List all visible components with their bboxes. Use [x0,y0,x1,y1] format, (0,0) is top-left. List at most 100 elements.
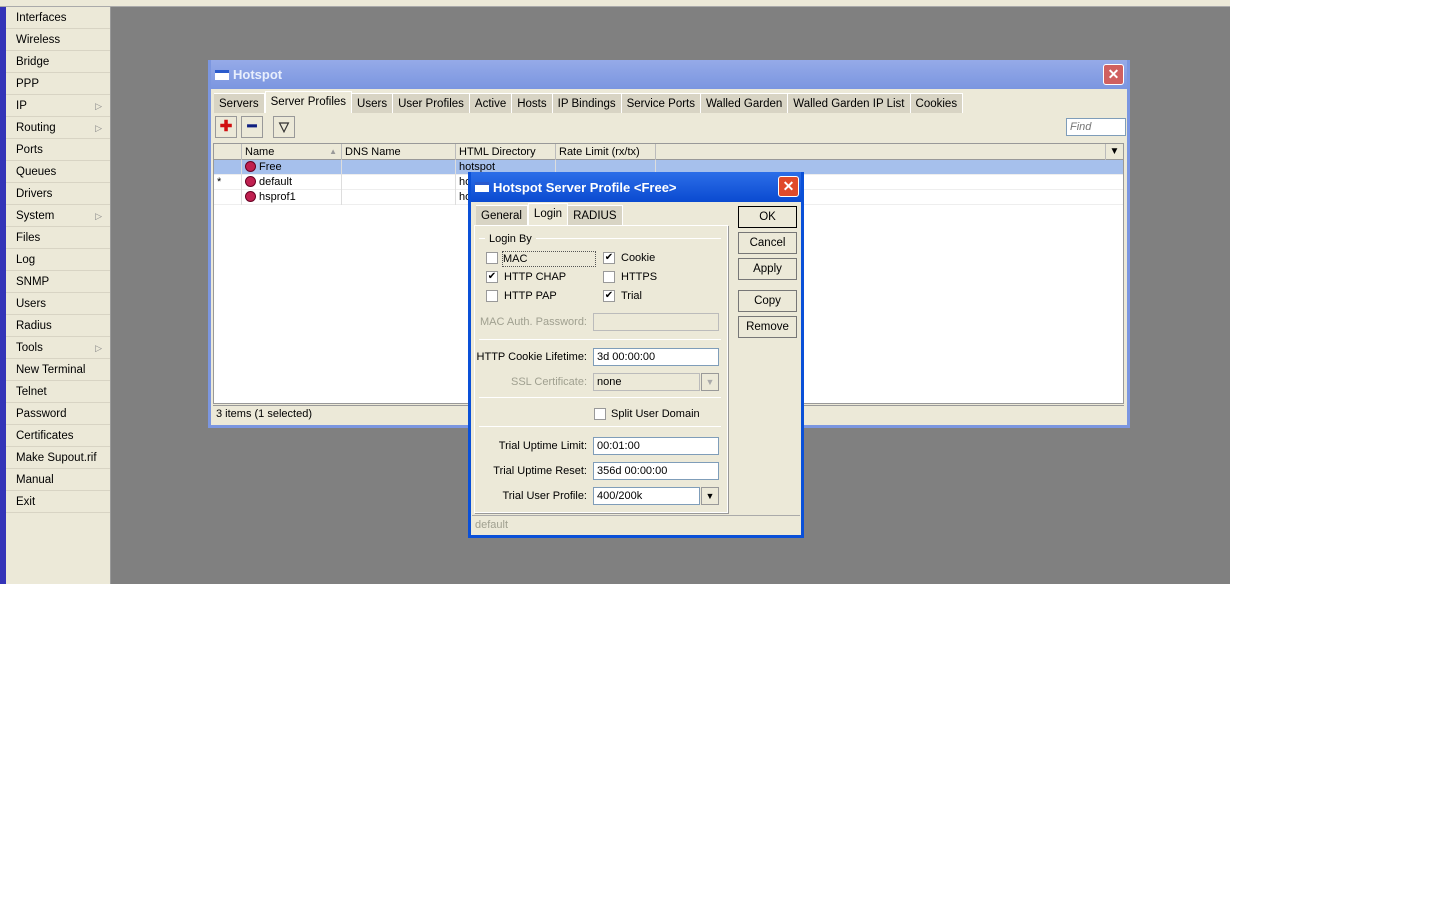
sidebar-item-label: Log [16,254,36,266]
split-user-domain-checkbox[interactable] [594,408,606,420]
trial-uptime-reset-label: Trial Uptime Reset: [493,465,587,477]
trial-checkbox[interactable]: ✔ [603,290,615,302]
tab-service-ports[interactable]: Service Ports [621,93,701,113]
copy-button[interactable]: Copy [738,290,797,312]
cookie-checkbox[interactable]: ✔ [603,252,615,264]
tab-login[interactable]: Login [527,203,569,225]
sidebar-item-radius[interactable]: Radius [6,315,110,337]
sidebar-item-label: Interfaces [16,12,67,24]
tab-server-profiles[interactable]: Server Profiles [264,91,353,113]
window-icon [475,182,489,192]
sidebar-item-log[interactable]: Log [6,249,110,271]
trial-uptime-limit-field[interactable]: 00:01:00 [593,437,719,455]
trial-user-profile-label: Trial User Profile: [502,490,587,502]
tab-ip-bindings[interactable]: IP Bindings [552,93,622,113]
sidebar-item-ip[interactable]: IP ▷ [6,95,110,117]
sidebar-item-exit[interactable]: Exit [6,491,110,513]
sidebar-item-label: Password [16,408,67,420]
http-pap-checkbox[interactable] [486,290,498,302]
tab-walled-garden[interactable]: Walled Garden [701,93,789,113]
sidebar-item-label: PPP [16,78,40,90]
dialog-status: default [472,515,800,534]
column-html-directory[interactable]: HTML Directory [456,144,556,160]
cell-text: default [259,176,293,188]
sidebar-item-label: Certificates [16,430,74,442]
cancel-button[interactable]: Cancel [738,232,797,254]
top-strip [0,0,1230,7]
tab-users[interactable]: Users [352,93,394,113]
column-label: Name [245,146,275,158]
submenu-arrow-icon: ▷ [95,123,102,133]
submenu-arrow-icon: ▷ [95,101,102,111]
ssl-certificate-label: SSL Certificate: [510,376,587,388]
sidebar-item-label: Tools [16,342,43,354]
tab-walled-garden-ip-list[interactable]: Walled Garden IP List [788,93,911,113]
remove-icon[interactable]: ━ [241,116,263,138]
trial-uptime-reset-field[interactable]: 356d 00:00:00 [593,462,719,480]
sidebar-item-ports[interactable]: Ports [6,139,110,161]
sidebar-item-drivers[interactable]: Drivers [6,183,110,205]
flag-column [214,144,242,160]
column-rate-limit[interactable]: Rate Limit (rx/tx) [556,144,656,160]
window-icon [215,70,229,80]
trial-user-profile-select[interactable]: 400/200k [593,487,700,505]
tab-hosts[interactable]: Hosts [512,93,553,113]
tab-user-profiles[interactable]: User Profiles [393,93,470,113]
sidebar-item-ppp[interactable]: PPP [6,73,110,95]
sidebar-item-make-supout-rif[interactable]: Make Supout.rif [6,447,110,469]
tab-cookies[interactable]: Cookies [910,93,964,113]
cookie-lifetime-field[interactable]: 3d 00:00:00 [593,348,719,366]
checkbox-label: MAC [502,251,596,267]
columns-dropdown-icon[interactable]: ▼ [1105,144,1123,160]
filter-icon[interactable]: ▽ [273,116,295,138]
dropdown-arrow-icon: ▼ [701,373,719,391]
tab-radius[interactable]: RADIUS [568,205,623,225]
sidebar-item-telnet[interactable]: Telnet [6,381,110,403]
sidebar-item-label: Drivers [16,188,53,200]
sidebar-item-manual[interactable]: Manual [6,469,110,491]
sidebar-item-password[interactable]: Password [6,403,110,425]
sidebar-item-users[interactable]: Users [6,293,110,315]
remove-button[interactable]: Remove [738,316,797,338]
sidebar-item-bridge[interactable]: Bridge [6,51,110,73]
column-dns[interactable]: DNS Name [342,144,456,160]
hotspot-titlebar[interactable]: Hotspot ✕ [211,60,1127,89]
close-icon[interactable]: ✕ [1103,64,1124,85]
sidebar-item-label: IP [16,100,27,112]
ok-button[interactable]: OK [738,206,797,228]
find-input[interactable] [1066,118,1126,136]
sidebar-item-queues[interactable]: Queues [6,161,110,183]
sidebar-item-label: Queues [16,166,57,178]
trial-uptime-limit-label: Trial Uptime Limit: [498,440,587,452]
tab-servers[interactable]: Servers [214,93,265,113]
tab-active[interactable]: Active [469,93,513,113]
cell-text: Free [259,161,282,173]
sidebar-item-snmp[interactable]: SNMP [6,271,110,293]
sidebar-item-wireless[interactable]: Wireless [6,29,110,51]
sidebar-item-routing[interactable]: Routing ▷ [6,117,110,139]
profile-icon [245,176,256,187]
http-chap-checkbox[interactable]: ✔ [486,271,498,283]
mac-checkbox[interactable] [486,252,498,264]
dialog-titlebar[interactable]: Hotspot Server Profile <Free> ✕ [471,172,801,202]
sidebar-item-label: Wireless [16,34,61,46]
column-name[interactable]: Name ▲ [242,144,342,160]
tab-general[interactable]: General [476,205,528,225]
sidebar-item-interfaces[interactable]: Interfaces [6,7,110,29]
dropdown-arrow-icon[interactable]: ▼ [701,487,719,505]
sidebar-item-label: Exit [16,496,36,508]
sidebar-item-new-terminal[interactable]: New Terminal [6,359,110,381]
mac-auth-password-field [593,313,719,331]
sidebar-item-label: Ports [16,144,43,156]
dialog-title: Hotspot Server Profile <Free> [493,180,677,195]
https-checkbox[interactable] [603,271,615,283]
cell-dns [342,190,456,205]
sidebar-item-system[interactable]: System ▷ [6,205,110,227]
add-icon[interactable]: ✚ [215,116,237,138]
sidebar-item-certificates[interactable]: Certificates [6,425,110,447]
sort-icon: ▲ [329,147,337,156]
close-icon[interactable]: ✕ [778,176,799,197]
apply-button[interactable]: Apply [738,258,797,280]
sidebar-item-files[interactable]: Files [6,227,110,249]
sidebar-item-tools[interactable]: Tools ▷ [6,337,110,359]
